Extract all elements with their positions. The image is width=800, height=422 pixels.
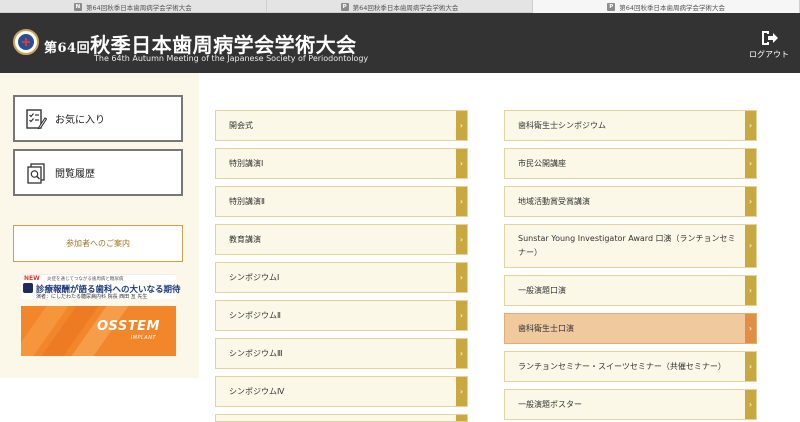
menu-item-partial[interactable]: [215, 414, 468, 422]
favorites-checklist-icon: [26, 108, 47, 129]
menu-item-symposium-1[interactable]: シンポジウムⅠ ›: [215, 262, 468, 293]
participant-guide-label: 参加者へのご案内: [66, 239, 130, 248]
chevron-right-icon: ›: [456, 111, 467, 140]
sponsor-brand-sub: IMPLANT: [130, 335, 156, 341]
favorites-button[interactable]: お気に入り: [13, 95, 183, 142]
chevron-right-icon: ›: [456, 301, 467, 330]
menu-item-general-oral[interactable]: 一般演題口演 ›: [504, 275, 757, 306]
menu-item-label: Sunstar Young Investigator Award 口演（ランチョ…: [518, 234, 736, 257]
menu-item-symposium-2[interactable]: シンポジウムⅡ ›: [215, 300, 468, 331]
history-documents-icon: [27, 162, 45, 184]
seminar-banner[interactable]: NEW 炎症を通じてつながる歯周病と糖尿病 診療報酬が語る歯科への大いなる期待 …: [21, 274, 181, 300]
chevron-right-icon: ›: [745, 314, 756, 343]
chevron-right-icon: ›: [456, 149, 467, 178]
title-prefix: 第64回: [44, 41, 91, 56]
logo-emblem-icon: [18, 34, 34, 50]
menu-item-opening[interactable]: 開会式 ›: [215, 110, 468, 141]
history-label: 閲覧履歴: [55, 169, 95, 180]
menu-item-public-lecture[interactable]: 市民公開講座 ›: [504, 148, 757, 179]
menu-item-label: 特別講演Ⅰ: [229, 159, 264, 168]
tab-favicon-icon: P: [340, 2, 349, 11]
menu-item-general-poster[interactable]: 一般演題ポスター ›: [504, 389, 757, 420]
menu-item-educational-lecture[interactable]: 教育講演 ›: [215, 224, 468, 255]
participant-guide-button[interactable]: 参加者へのご案内: [13, 225, 183, 262]
browser-tab-1[interactable]: N 第64回秋季日本歯周病学会学術大会: [0, 0, 267, 13]
chevron-right-icon: ›: [745, 352, 756, 381]
sidebar: お気に入り 閲覧履歴 参加者へのご案内 NEW 炎症を通じてつながる歯周病と糖尿…: [0, 73, 199, 378]
tab-title: 第64回秋季日本歯周病学会学術大会: [352, 3, 459, 12]
menu-item-label: 開会式: [229, 121, 253, 130]
banner-tagline: 炎症を通じてつながる歯周病と糖尿病: [47, 277, 124, 282]
menu-item-label: 一般演題ポスター: [518, 400, 582, 409]
page-subtitle: The 64th Autumn Meeting of the Japanese …: [94, 54, 369, 63]
sponsor-brand: OSSTEM: [97, 319, 160, 334]
chevron-right-icon: ›: [456, 263, 467, 292]
menu-item-sunstar-award[interactable]: Sunstar Young Investigator Award 口演（ランチョ…: [504, 224, 757, 268]
menu-item-label: シンポジウムⅠ: [229, 273, 280, 282]
menu-item-luncheon-seminar[interactable]: ランチョンセミナー・スイーツセミナー（共催セミナー） ›: [504, 351, 757, 382]
logout-label: ログアウト: [749, 50, 789, 59]
favorites-label: お気に入り: [55, 115, 105, 126]
chevron-right-icon: ›: [456, 377, 467, 406]
video-camera-icon: [23, 283, 33, 293]
chevron-right-icon: ›: [456, 339, 467, 368]
chevron-right-icon: ›: [745, 111, 756, 140]
site-header: 第64回秋季日本歯周病学会学術大会 The 64th Autumn Meetin…: [0, 13, 800, 73]
menu-item-label: シンポジウムⅡ: [229, 311, 281, 320]
menu-item-symposium-4[interactable]: シンポジウムⅣ ›: [215, 376, 468, 407]
menu-item-label: 教育講演: [229, 235, 261, 244]
menu-item-label: 特別講演Ⅱ: [229, 197, 265, 206]
history-button[interactable]: 閲覧履歴: [13, 149, 183, 196]
menu-item-special-lecture-1[interactable]: 特別講演Ⅰ ›: [215, 148, 468, 179]
chevron-right-icon: ›: [745, 225, 756, 267]
menu-item-label: 一般演題口演: [518, 286, 566, 295]
menu-item-symposium-3[interactable]: シンポジウムⅢ ›: [215, 338, 468, 369]
logout-icon: [762, 31, 778, 45]
tab-favicon-icon: N: [73, 2, 82, 11]
menu-item-hygienist-symposium[interactable]: 歯科衛生士シンポジウム ›: [504, 110, 757, 141]
tab-title: 第64回秋季日本歯周病学会学術大会: [619, 3, 726, 12]
menu-item-label: 歯科衛生士シンポジウム: [518, 121, 606, 130]
menu-item-label: 地域活動賞受賞講演: [518, 197, 590, 206]
tab-favicon-icon: P: [607, 2, 616, 11]
chevron-right-icon: ›: [456, 225, 467, 254]
society-logo[interactable]: [13, 29, 39, 55]
chevron-right-icon: ›: [745, 390, 756, 419]
browser-tab-2[interactable]: P 第64回秋季日本歯周病学会学術大会: [267, 0, 534, 13]
new-badge: NEW: [24, 275, 40, 282]
menu-item-label: シンポジウムⅣ: [229, 387, 285, 396]
chevron-right-icon: ›: [745, 276, 756, 305]
sponsor-banner-osstem[interactable]: OSSTEM IMPLANT: [21, 306, 176, 356]
menu-item-label: ランチョンセミナー・スイーツセミナー（共催セミナー）: [518, 362, 726, 371]
chevron-right-icon: [456, 415, 467, 421]
menu-item-community-award[interactable]: 地域活動賞受賞講演 ›: [504, 186, 757, 217]
chevron-right-icon: ›: [745, 187, 756, 216]
menu-item-label: 市民公開講座: [518, 159, 566, 168]
logout-button[interactable]: ログアウト: [748, 30, 790, 60]
menu-item-label: シンポジウムⅢ: [229, 349, 283, 358]
chevron-right-icon: ›: [745, 149, 756, 178]
tab-title: 第64回秋季日本歯周病学会学術大会: [85, 3, 192, 12]
banner-lecturer: 演者：にしだわたる糖尿病内科 院長 西田 亙 先生: [36, 294, 148, 300]
menu-item-special-lecture-2[interactable]: 特別講演Ⅱ ›: [215, 186, 468, 217]
browser-tab-3[interactable]: P 第64回秋季日本歯周病学会学術大会: [533, 0, 800, 13]
browser-tab-bar: N 第64回秋季日本歯周病学会学術大会 P 第64回秋季日本歯周病学会学術大会 …: [0, 0, 800, 13]
menu-item-label: 歯科衛生士口演: [518, 324, 574, 333]
menu-item-hygienist-oral[interactable]: 歯科衛生士口演 ›: [504, 313, 757, 344]
chevron-right-icon: ›: [456, 187, 467, 216]
